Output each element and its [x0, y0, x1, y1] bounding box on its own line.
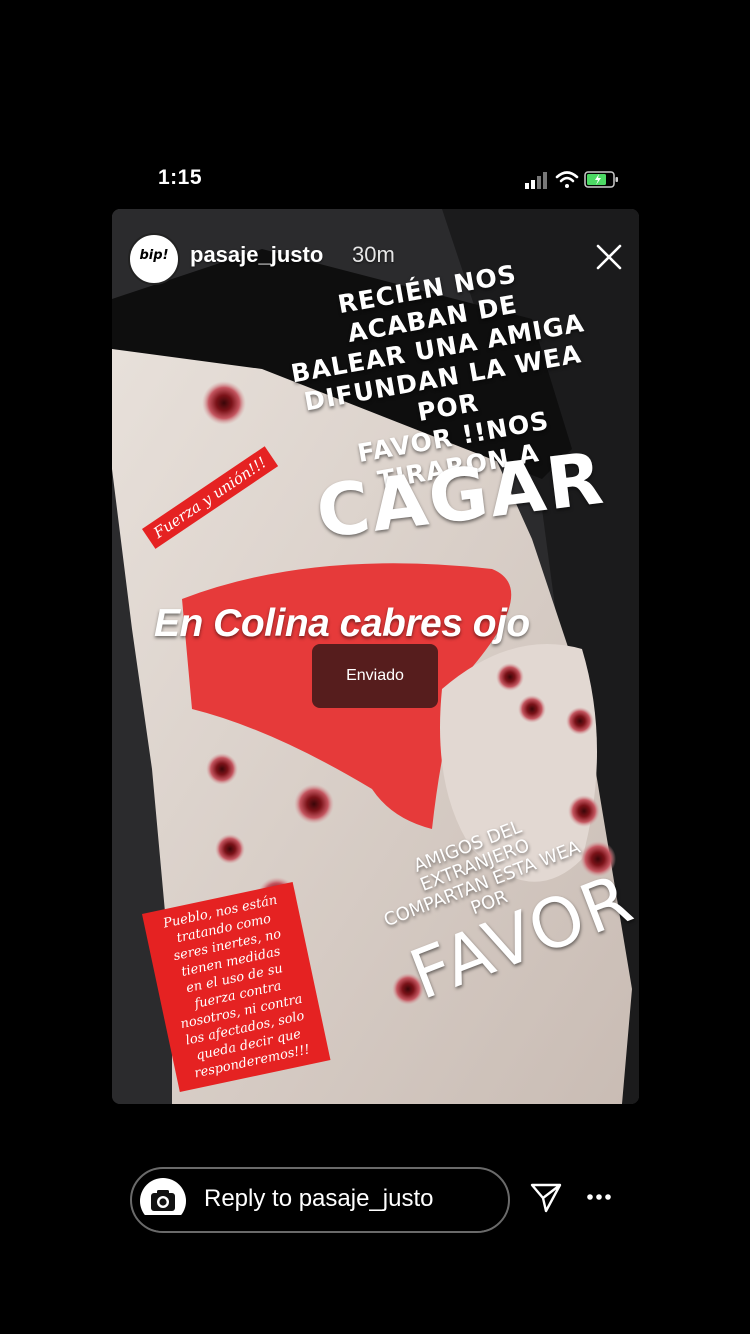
send-icon[interactable] [529, 1182, 563, 1214]
more-options-icon[interactable] [584, 1187, 614, 1207]
reply-box-mask [132, 1215, 508, 1231]
reply-input-box[interactable]: Reply to pasaje_justo [130, 1167, 510, 1233]
overlay-location-text: En Colina cabres ojo [154, 602, 530, 645]
avatar[interactable]: bip! [128, 233, 180, 285]
reply-input[interactable]: Reply to pasaje_justo [204, 1185, 433, 1213]
avatar-logo-text: bip! [139, 248, 169, 263]
sent-toast: Enviado [312, 644, 438, 708]
status-time: 1:15 [158, 166, 203, 189]
close-icon[interactable] [594, 242, 624, 272]
story-card[interactable]: bip! pasaje_justo 30m RECIÉN NOS ACABAN … [112, 209, 639, 1104]
signal-icon [525, 172, 547, 189]
battery-icon [584, 171, 618, 188]
story-time-ago: 30m [352, 242, 395, 267]
wifi-icon [555, 171, 579, 188]
status-icons [525, 171, 618, 189]
story-username[interactable]: pasaje_justo [190, 242, 323, 268]
